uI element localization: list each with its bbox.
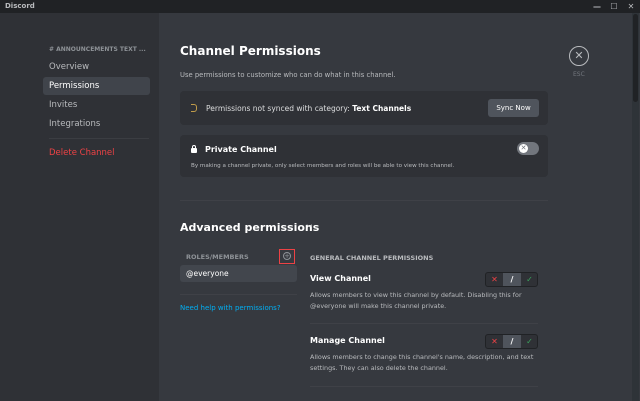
permission-divider [310, 386, 538, 387]
deny-icon[interactable]: ✕ [486, 273, 503, 286]
permission-description-manage-channel: Allows members to change this channel's … [310, 353, 534, 372]
private-channel-card: Private Channel By making a channel priv… [180, 135, 548, 177]
sync-status-text: Permissions not synced with category: Te… [206, 104, 411, 113]
permission-title-view-channel: View Channel [310, 274, 371, 283]
esc-label: ESC [573, 71, 585, 78]
permission-description-view-channel: Allows members to view this channel by d… [310, 291, 522, 310]
permission-toggle-manage-channel[interactable]: ✕ / ✓ [485, 334, 538, 349]
sidebar-item-integrations[interactable]: Integrations [43, 115, 150, 133]
neutral-icon[interactable]: / [503, 273, 521, 286]
roles-divider [180, 294, 297, 295]
neutral-icon[interactable]: / [503, 335, 521, 348]
private-channel-toggle[interactable]: ✕ [517, 142, 539, 155]
sync-now-button[interactable]: Sync Now [488, 99, 539, 117]
role-item-everyone[interactable]: @everyone [180, 265, 297, 282]
sync-card: Permissions not synced with category: Te… [180, 91, 548, 125]
close-icon: ✕ [574, 49, 584, 62]
sidebar-item-overview[interactable]: Overview [43, 58, 150, 76]
close-window-button[interactable]: ✕ [624, 1, 638, 12]
permission-title-manage-channel: Manage Channel [310, 336, 385, 345]
advanced-permissions-title: Advanced permissions [180, 221, 320, 234]
add-role-button[interactable]: + [279, 249, 295, 264]
sidebar-channel-header: # ANNOUNCEMENTS TEXT ... [49, 46, 146, 53]
chevron-down-icon[interactable]: ⌄ [303, 219, 315, 230]
private-channel-title: Private Channel [205, 145, 277, 154]
sync-category-name: Text Channels [352, 104, 412, 113]
settings-sidebar: # ANNOUNCEMENTS TEXT ... Overview Permis… [0, 13, 159, 401]
sidebar-divider [49, 138, 149, 139]
minimize-button[interactable]: — [590, 1, 604, 12]
delete-channel-button[interactable]: Delete Channel [43, 144, 150, 162]
section-divider [180, 200, 548, 201]
sidebar-item-permissions[interactable]: Permissions [43, 77, 150, 95]
close-settings-button[interactable]: ✕ [569, 46, 589, 66]
sync-status-label: Permissions not synced with category: [206, 104, 350, 113]
page-subtitle: Use permissions to customize who can do … [180, 71, 396, 79]
scrollbar-thumb[interactable] [633, 14, 638, 102]
app-title: Discord [5, 2, 35, 10]
page-title: Channel Permissions [180, 44, 321, 58]
main-content: Channel Permissions Use permissions to c… [159, 13, 640, 401]
permission-divider [310, 323, 538, 324]
sidebar-item-invites[interactable]: Invites [43, 96, 150, 114]
allow-icon[interactable]: ✓ [521, 273, 537, 286]
title-bar: Discord — ☐ ✕ [0, 0, 640, 13]
permission-toggle-view-channel[interactable]: ✕ / ✓ [485, 272, 538, 287]
deny-icon[interactable]: ✕ [486, 335, 503, 348]
lock-icon [191, 145, 197, 153]
permissions-help-link[interactable]: Need help with permissions? [180, 304, 281, 312]
scrollbar[interactable] [632, 13, 639, 401]
allow-icon[interactable]: ✓ [521, 335, 537, 348]
private-channel-description: By making a channel private, only select… [191, 163, 455, 169]
add-icon: + [283, 252, 291, 260]
sync-icon [191, 104, 197, 112]
toggle-off-icon: ✕ [519, 144, 528, 153]
maximize-button[interactable]: ☐ [607, 1, 621, 12]
roles-members-label: ROLES/MEMBERS [186, 253, 249, 261]
general-permissions-label: GENERAL CHANNEL PERMISSIONS [310, 254, 434, 262]
